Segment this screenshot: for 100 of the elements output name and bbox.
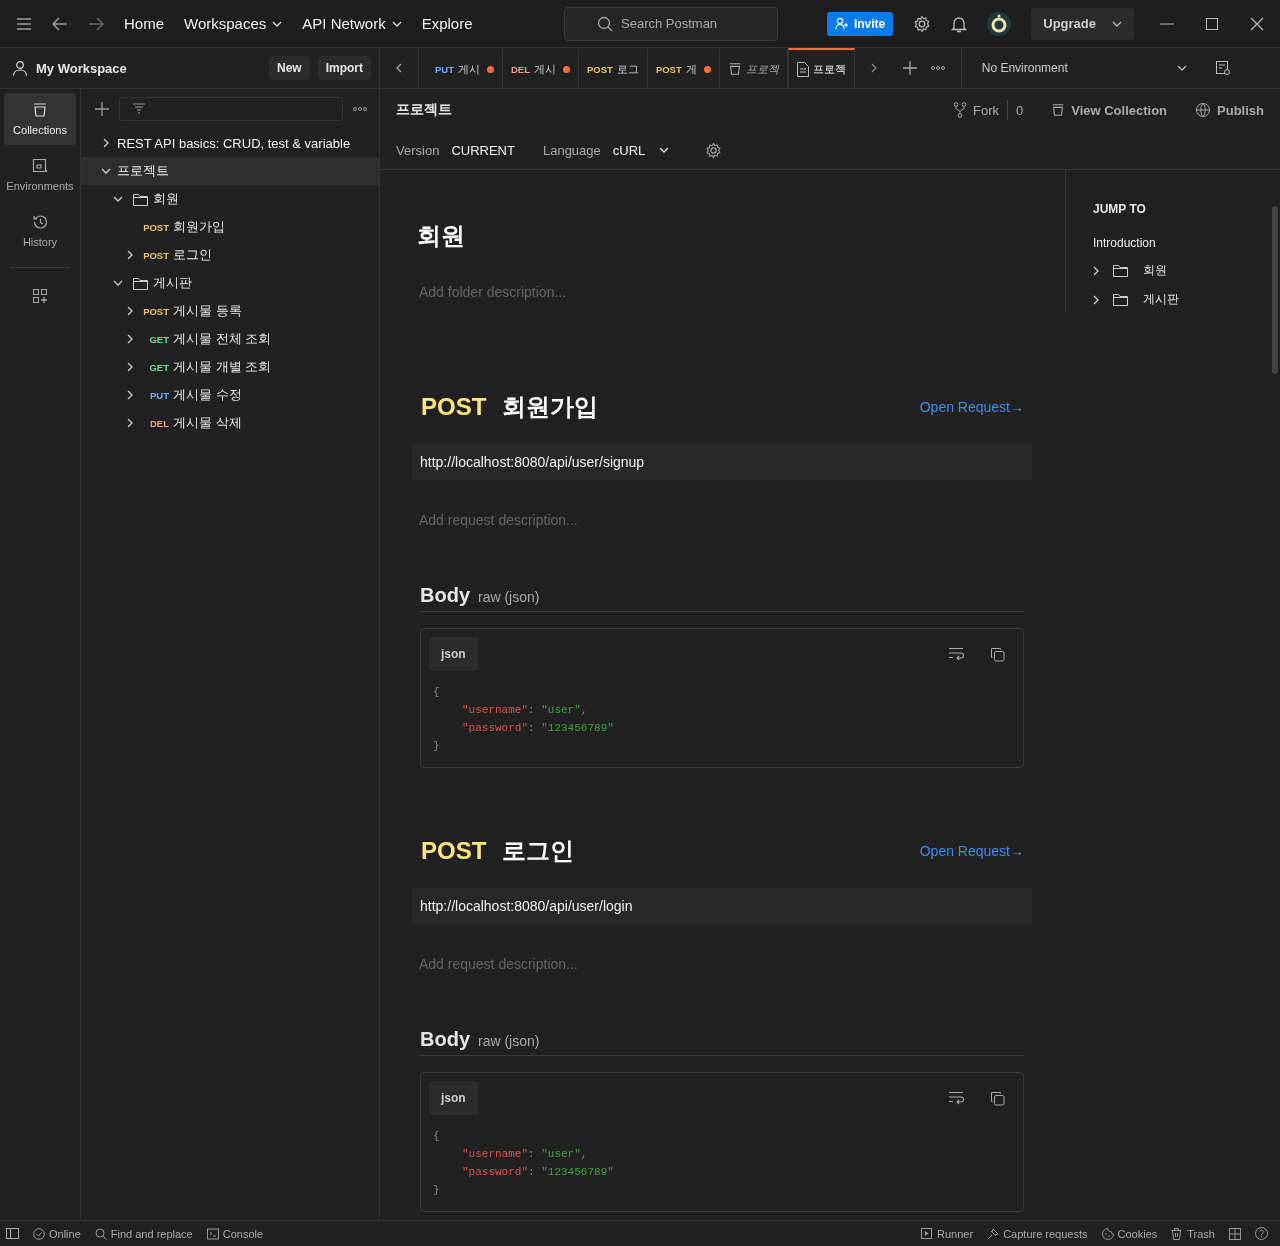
environment-dropdown[interactable]: No Environment <box>981 61 1068 75</box>
chevron-right-icon[interactable] <box>127 390 133 400</box>
chevron-right-icon[interactable] <box>127 334 133 344</box>
search-field[interactable]: Search Postman <box>564 6 778 41</box>
publish-button[interactable]: Publish <box>1217 102 1264 118</box>
status-item[interactable]: Console <box>222 1227 264 1240</box>
tab[interactable]: 프로젝 <box>719 48 788 88</box>
workspace-button[interactable]: Import <box>317 56 371 80</box>
scrollbar[interactable] <box>1272 206 1278 374</box>
close-icon[interactable] <box>1250 16 1264 31</box>
caret-icon[interactable] <box>272 20 283 27</box>
chevron-right-icon[interactable] <box>1093 265 1099 276</box>
status-item[interactable]: Find and replace <box>110 1227 193 1240</box>
invite-button[interactable]: Invite <box>826 11 894 36</box>
add-user-icon <box>834 17 849 30</box>
tab[interactable]: DEL 게시 <box>503 48 579 88</box>
chevron-right-icon[interactable] <box>127 306 133 316</box>
chevron-right-icon[interactable] <box>1093 294 1099 305</box>
caret-icon[interactable] <box>659 147 670 153</box>
chevron-right-icon[interactable] <box>127 362 133 372</box>
copy-icon[interactable] <box>990 646 1005 662</box>
scroll-right-icon[interactable] <box>870 63 877 73</box>
sidebar-toggle-icon[interactable] <box>6 1228 19 1239</box>
status-item[interactable]: Online <box>49 1227 81 1240</box>
tree-item[interactable]: 게시판 <box>153 274 192 292</box>
environment-quick-look-icon[interactable] <box>1214 60 1231 76</box>
open-request-link[interactable]: Open Request→ <box>919 843 1024 859</box>
plus-icon[interactable] <box>95 102 109 116</box>
settings-icon[interactable] <box>705 141 723 159</box>
tree-item[interactable]: 로그인 <box>173 246 212 264</box>
status-item[interactable]: Cookies <box>1117 1227 1158 1240</box>
tab[interactable]: POST 로그 <box>579 48 648 88</box>
add-widget-icon[interactable] <box>32 288 48 304</box>
workspace-button[interactable]: New <box>268 56 310 80</box>
nav-link[interactable]: Explore <box>421 15 473 32</box>
open-request-link[interactable]: Open Request→ <box>919 399 1024 415</box>
bell-icon[interactable] <box>951 14 968 33</box>
tree-item[interactable]: 회원 <box>153 190 179 208</box>
sidebar-tab[interactable]: History <box>4 205 76 257</box>
avatar-icon[interactable] <box>987 11 1012 36</box>
layout-icon[interactable] <box>1229 1227 1241 1240</box>
status-item[interactable]: Capture requests <box>1003 1227 1088 1240</box>
check-circle-icon <box>33 1227 45 1240</box>
fork-button[interactable]: Fork <box>972 102 999 118</box>
tree-item[interactable]: 게시물 개별 조회 <box>173 358 272 376</box>
maximize-icon[interactable] <box>1206 17 1218 30</box>
body-heading: Body <box>420 584 470 607</box>
jump-folder-link[interactable]: 회원 <box>1143 262 1167 279</box>
tab[interactable]: POST 게 <box>647 48 720 88</box>
nav-link[interactable]: Home <box>124 15 164 32</box>
folder-icon <box>1113 264 1128 277</box>
status-item[interactable]: Runner <box>937 1227 974 1240</box>
tree-item[interactable]: 게시물 삭제 <box>173 414 242 432</box>
body-type: raw (json) <box>478 589 540 605</box>
tree-item[interactable]: 회원가입 <box>173 218 225 236</box>
tree-item[interactable]: 프로젝트 <box>117 162 169 180</box>
chevron-down-icon[interactable] <box>113 196 123 202</box>
minimize-icon[interactable] <box>1160 22 1174 25</box>
back-arrow-icon[interactable] <box>52 16 68 31</box>
tree-item[interactable]: 게시물 전체 조회 <box>173 330 272 348</box>
view-collection-button[interactable]: View Collection <box>1071 102 1168 118</box>
chevron-right-icon[interactable] <box>103 138 109 148</box>
wrap-icon[interactable] <box>948 1090 964 1105</box>
globe-icon <box>1195 102 1212 118</box>
forward-arrow-icon[interactable] <box>88 16 104 31</box>
tree-item[interactable]: 게시물 수정 <box>173 386 242 404</box>
help-icon[interactable] <box>1255 1227 1268 1240</box>
sidebar-tab[interactable]: Collections <box>4 93 76 145</box>
jump-link[interactable]: Introduction <box>1093 236 1273 250</box>
nav-link[interactable]: Workspaces <box>184 15 267 32</box>
body-type: raw (json) <box>478 1033 540 1049</box>
settings-icon[interactable] <box>913 14 932 33</box>
caret-icon[interactable] <box>1112 20 1122 27</box>
chevron-right-icon[interactable] <box>127 418 133 428</box>
caret-icon[interactable] <box>391 20 402 27</box>
tab[interactable]: 프로젝 <box>787 48 855 88</box>
tree-item[interactable]: REST API basics: CRUD, test & variable <box>117 135 351 151</box>
search-icon <box>94 1227 107 1240</box>
status-item[interactable]: Trash <box>1187 1227 1215 1240</box>
version-dropdown[interactable]: CURRENT <box>451 142 515 158</box>
wrap-icon[interactable] <box>948 646 964 661</box>
nav-link[interactable]: API Network <box>302 15 386 32</box>
plus-icon[interactable] <box>902 61 917 75</box>
more-icon[interactable] <box>930 66 945 70</box>
chevron-right-icon[interactable] <box>127 250 133 260</box>
scroll-left-icon[interactable] <box>396 63 402 73</box>
caret-icon[interactable] <box>1176 65 1187 71</box>
filter-field[interactable] <box>119 97 343 121</box>
collection-icon <box>727 62 742 76</box>
chevron-down-icon[interactable] <box>101 168 111 174</box>
tab[interactable]: PUT 게시 <box>427 48 503 88</box>
collection-title: 프로젝트 <box>396 101 452 119</box>
language-dropdown[interactable]: cURL <box>612 142 646 158</box>
chevron-down-icon[interactable] <box>113 280 123 286</box>
sidebar-tab[interactable]: Environments <box>4 149 76 201</box>
more-icon[interactable] <box>353 107 367 111</box>
jump-folder-link[interactable]: 게시판 <box>1143 291 1179 308</box>
menu-icon[interactable] <box>16 17 32 30</box>
copy-icon[interactable] <box>990 1090 1005 1106</box>
tree-item[interactable]: 게시물 등록 <box>173 302 242 320</box>
